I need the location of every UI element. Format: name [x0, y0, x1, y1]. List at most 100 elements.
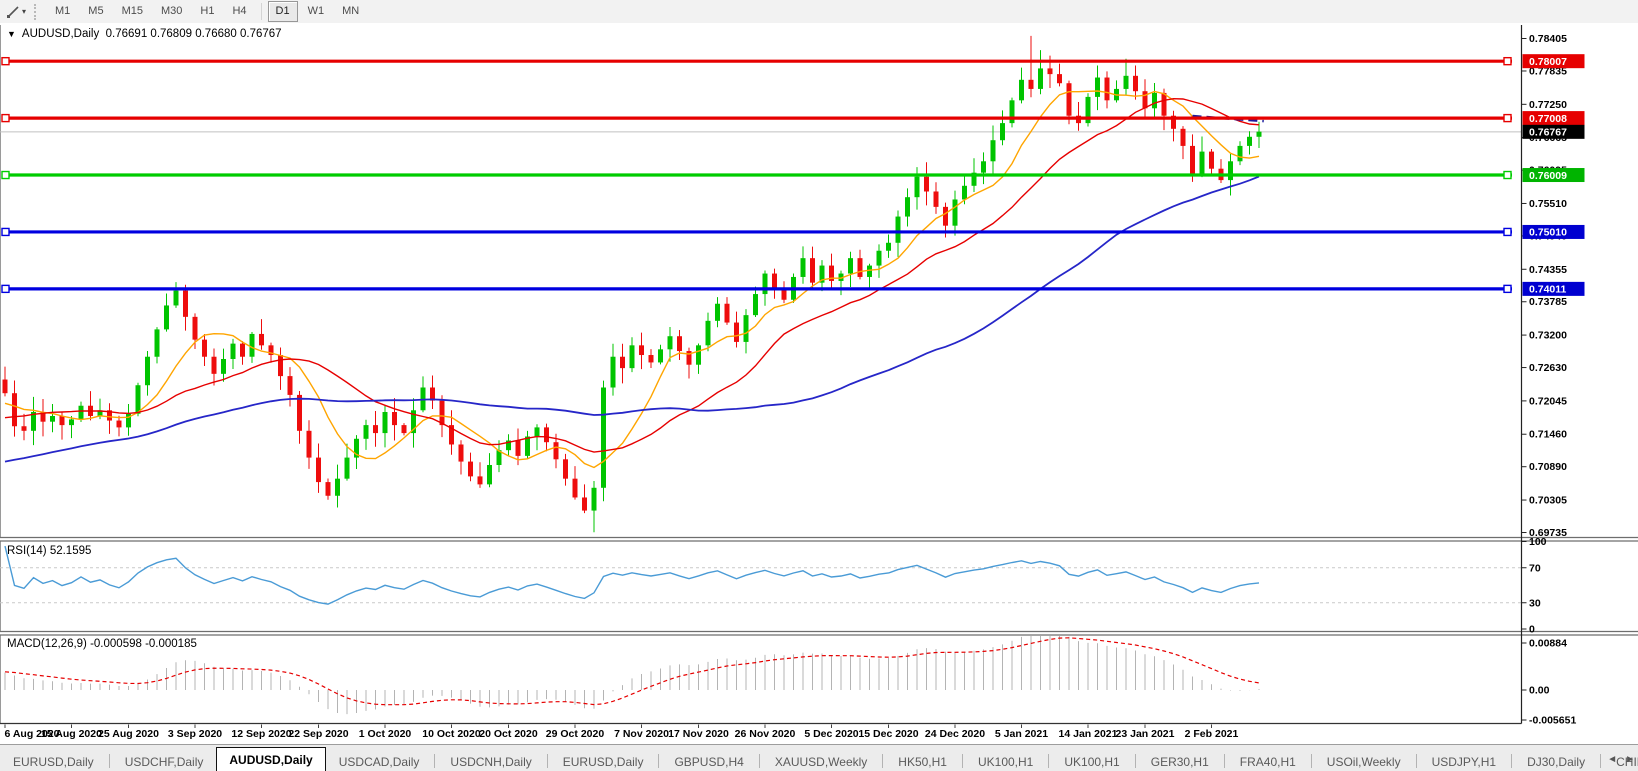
- price-axis-label: 0.78405: [1529, 33, 1567, 45]
- hline-anchor-right-4: [1504, 285, 1511, 292]
- price-badge-0.74011-text: 0.74011: [1529, 284, 1567, 296]
- toolbar-separator: [261, 3, 262, 20]
- macd-axis-label: 0.00884: [1529, 638, 1567, 650]
- hline-anchor-left-4: [2, 285, 9, 292]
- tab-scroll-arrows: ◄ ►: [1607, 753, 1635, 767]
- tab-usdchf-daily[interactable]: USDCHF,Daily: [112, 752, 217, 771]
- date-label: 20 Oct 2020: [479, 728, 538, 740]
- date-label: 3 Sep 2020: [168, 728, 222, 740]
- ohlc-low: 0.76680: [195, 28, 237, 40]
- tab-usdcnh-daily[interactable]: USDCNH,Daily: [437, 752, 544, 771]
- date-label: 10 Oct 2020: [422, 728, 481, 740]
- tab-separator: [1600, 754, 1601, 768]
- tab-audusd-daily[interactable]: AUDUSD,Daily: [216, 747, 325, 771]
- rsi-axis-label: 30: [1529, 597, 1541, 609]
- ohlc-high: 0.76809: [150, 28, 192, 40]
- date-label: 17 Nov 2020: [668, 728, 729, 740]
- hline-anchor-right-1: [1504, 115, 1511, 122]
- chart-title: ▼AUDUSD,Daily 0.76691 0.76809 0.76680 0.…: [7, 28, 282, 40]
- line-tool-icon: [6, 5, 20, 19]
- hline-anchor-right-0: [1504, 58, 1511, 65]
- tab-usoil-weekly[interactable]: USOil,Weekly: [1314, 752, 1414, 771]
- tab-dj30-daily[interactable]: DJ30,Daily: [1514, 752, 1598, 771]
- tab-separator: [1135, 754, 1136, 768]
- timeframe-button-mn[interactable]: MN: [334, 1, 367, 22]
- tab-xauusd-weekly[interactable]: XAUUSD,Weekly: [762, 752, 880, 771]
- tab-eurusd-daily[interactable]: EURUSD,Daily: [0, 752, 107, 771]
- rsi-label: RSI(14) 52.1595: [7, 545, 91, 557]
- tab-eurusd-daily[interactable]: EURUSD,Daily: [550, 752, 657, 771]
- tab-separator: [434, 754, 435, 768]
- date-label: 1 Oct 2020: [359, 728, 412, 740]
- tab-uk100-h1[interactable]: UK100,H1: [965, 752, 1046, 771]
- timeframe-button-w1[interactable]: W1: [300, 1, 333, 22]
- timeframe-button-d1[interactable]: D1: [268, 1, 298, 22]
- macd-axis-label: 0.00: [1529, 685, 1550, 697]
- tab-separator: [1511, 754, 1512, 768]
- tab-separator: [1311, 754, 1312, 768]
- line-tool-button[interactable]: ▾: [2, 1, 30, 22]
- timeframe-button-m1[interactable]: M1: [47, 1, 78, 22]
- tab-separator: [1224, 754, 1225, 768]
- price-axis-label: 0.73785: [1529, 296, 1567, 308]
- rsi-axis-label: 70: [1529, 562, 1541, 574]
- macd-axis-label: -0.005651: [1529, 715, 1576, 727]
- price-axis-label: 0.74355: [1529, 264, 1567, 276]
- rsi-axis-label: 0: [1529, 624, 1535, 636]
- timeframe-button-m5[interactable]: M5: [80, 1, 111, 22]
- tab-hk50-h1[interactable]: HK50,H1: [885, 752, 960, 771]
- price-chart[interactable]: 0.784050.778350.772500.766650.760950.755…: [0, 23, 1638, 744]
- chart-area[interactable]: 0.784050.778350.772500.766650.760950.755…: [0, 23, 1638, 744]
- date-label: 12 Sep 2020: [231, 728, 291, 740]
- rsi-axis-label: 100: [1529, 536, 1547, 548]
- chart-tabbar: EURUSD,DailyUSDCHF,DailyAUDUSD,DailyUSDC…: [0, 744, 1638, 771]
- price-badge-0.76009-text: 0.76009: [1529, 170, 1567, 182]
- tab-fra40-h1[interactable]: FRA40,H1: [1227, 752, 1309, 771]
- macd-label: MACD(12,26,9) -0.000598 -0.000185: [7, 638, 197, 650]
- timeframe-toolbar: ▾ M1M5M15M30H1H4 D1W1MN: [0, 0, 1638, 23]
- tab-ger30-h1[interactable]: GER30,H1: [1138, 752, 1222, 771]
- tab-gbpusd-h4[interactable]: GBPUSD,H4: [661, 752, 756, 771]
- price-axis-label: 0.70890: [1529, 461, 1567, 473]
- hline-anchor-right-2: [1504, 172, 1511, 179]
- timeframe-buttons: M1M5M15M30H1H4 D1W1MN: [46, 1, 368, 22]
- collapse-triangle-icon[interactable]: ▼: [7, 29, 16, 39]
- tab-separator: [962, 754, 963, 768]
- ohlc-open: 0.76691: [106, 28, 148, 40]
- date-label: 5 Jan 2021: [995, 728, 1048, 740]
- tab-scroll-right-icon[interactable]: ►: [1625, 753, 1635, 767]
- tab-uk100-h1[interactable]: UK100,H1: [1051, 752, 1132, 771]
- tab-separator: [658, 754, 659, 768]
- tab-separator: [547, 754, 548, 768]
- price-badge-0.78007-text: 0.78007: [1529, 56, 1567, 68]
- price-axis-label: 0.71460: [1529, 429, 1567, 441]
- tab-usdcad-daily[interactable]: USDCAD,Daily: [326, 752, 433, 771]
- price-axis-label: 0.70305: [1529, 495, 1567, 507]
- timeframe-button-h4[interactable]: H4: [224, 1, 254, 22]
- hline-anchor-left-2: [2, 172, 9, 179]
- tab-separator: [109, 754, 110, 768]
- timeframe-button-m30[interactable]: M30: [153, 1, 190, 22]
- price-axis-label: 0.73200: [1529, 330, 1567, 342]
- price-badge-0.77008-text: 0.77008: [1529, 113, 1567, 125]
- hline-anchor-left-0: [2, 58, 9, 65]
- price-badge-0.75010-text: 0.75010: [1529, 227, 1567, 239]
- timeframe-button-h1[interactable]: H1: [192, 1, 222, 22]
- price-axis-label: 0.77250: [1529, 99, 1567, 111]
- tab-usdjpy-h1[interactable]: USDJPY,H1: [1419, 752, 1509, 771]
- tab-separator: [759, 754, 760, 768]
- hline-anchor-left-3: [2, 228, 9, 235]
- date-label: 25 Aug 2020: [98, 728, 159, 740]
- toolbar-grip[interactable]: [34, 4, 40, 20]
- chevron-down-icon[interactable]: ▾: [22, 7, 26, 16]
- tab-scroll-left-icon[interactable]: ◄: [1607, 753, 1617, 767]
- date-label: 22 Sep 2020: [288, 728, 348, 740]
- date-label: 15 Dec 2020: [858, 728, 918, 740]
- chart-tabs: EURUSD,DailyUSDCHF,DailyAUDUSD,DailyUSDC…: [0, 745, 1638, 771]
- tab-separator: [1416, 754, 1417, 768]
- hline-anchor-left-1: [2, 115, 9, 122]
- date-label: 2 Feb 2021: [1185, 728, 1239, 740]
- chart-background: [0, 23, 1638, 744]
- timeframe-button-m15[interactable]: M15: [114, 1, 151, 22]
- date-label: 14 Jan 2021: [1059, 728, 1118, 740]
